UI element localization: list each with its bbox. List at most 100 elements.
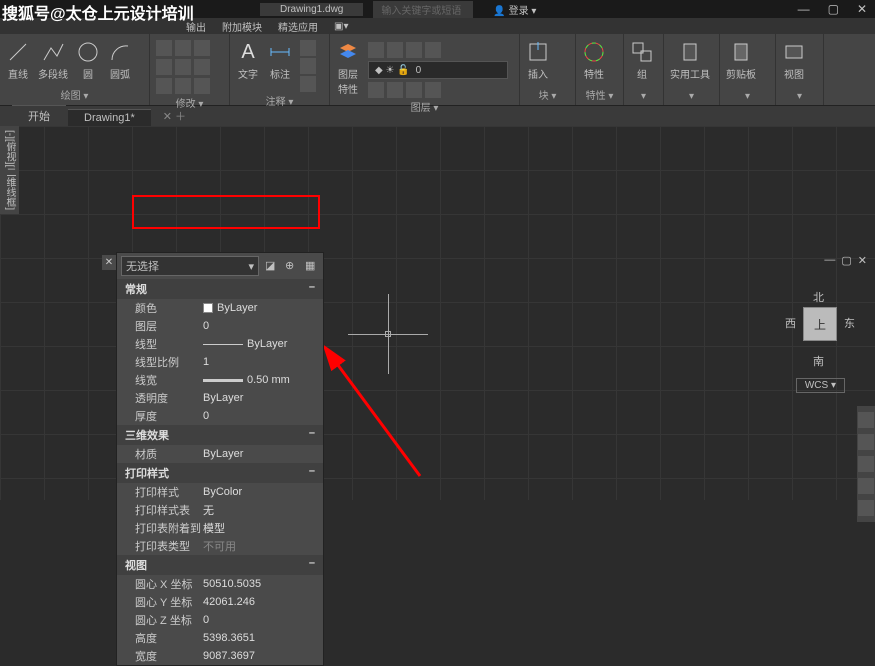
annot-icon[interactable] [300,76,316,92]
nav-wheel-icon[interactable] [858,412,874,428]
layer-icon[interactable] [406,82,422,98]
section-plot[interactable]: 打印样式– [117,463,323,483]
section-3d[interactable]: 三维效果– [117,425,323,445]
layer-group-label[interactable]: 图层 ▾ [336,98,513,115]
minimize-icon[interactable]: ― [798,2,810,16]
modify-icon[interactable] [175,78,191,94]
text-tool[interactable]: A文字 [236,40,260,81]
prop-height-value[interactable]: 5398.3651 [203,630,323,646]
pickadd-icon[interactable]: ⊕ [285,259,299,273]
vp-minimize-icon[interactable]: ― [824,254,835,267]
tab-add-button[interactable]: ✕ ＋ [153,106,196,126]
annot-icon[interactable] [300,40,316,56]
prop-plotstyle-label: 打印样式 [117,484,203,500]
layer-icon[interactable] [425,82,441,98]
line-tool[interactable]: 直线 [6,40,30,81]
dimension-tool[interactable]: 标注 [268,40,292,81]
prop-material-value[interactable]: ByLayer [203,446,323,462]
props-group-label[interactable]: 特性 ▾ [582,86,617,103]
layer-icon[interactable] [368,82,384,98]
layer-dropdown[interactable]: ◆ ☀ 🔓 0 [368,61,508,79]
viewcube-south[interactable]: 南 [813,353,824,369]
close-icon[interactable]: ✕ [857,2,867,16]
nav-pan-icon[interactable] [858,434,874,450]
prop-plottable-value[interactable]: 无 [203,502,323,518]
layer-icon[interactable] [406,42,422,58]
prop-plotstyle-value[interactable]: ByColor [203,484,323,500]
prop-layer-value[interactable]: 0 [203,318,323,334]
maximize-icon[interactable]: ▢ [828,2,839,16]
viewcube-west[interactable]: 西 [785,315,796,331]
section-general[interactable]: 常规– [117,279,323,299]
group-tool[interactable]: 组 [630,40,654,81]
prop-ltscale-value[interactable]: 1 [203,354,323,370]
modify-icon[interactable] [156,59,172,75]
quickselect-icon[interactable]: ◪ [265,259,279,273]
modify-icon[interactable] [175,40,191,56]
panel-close-icon[interactable]: ✕ [102,255,116,270]
prop-lineweight-value[interactable]: 0.50 mm [203,372,323,388]
prop-ltscale-label: 线型比例 [117,354,203,370]
block-group-label[interactable]: 块 ▾ [526,86,569,103]
insert-tool[interactable]: 插入 [526,40,550,81]
clipboard-tool[interactable]: 剪贴板 [726,40,756,81]
menu-more-icon[interactable]: ▣▾ [328,21,354,32]
prop-transparency-value[interactable]: ByLayer [203,390,323,406]
modify-icon[interactable] [194,78,210,94]
menu-addon[interactable]: 附加模块 [216,19,268,34]
modify-icon[interactable] [194,40,210,56]
circle-tool[interactable]: 圆 [76,40,100,81]
vp-restore-icon[interactable]: ▢ [841,254,851,267]
search-input[interactable]: 输入关键字或短语 [373,1,473,18]
arc-tool[interactable]: 圆弧 [108,40,132,81]
prop-thickness-value[interactable]: 0 [203,408,323,424]
draw-group-label[interactable]: 绘图 ▾ [6,86,143,103]
prop-centery-value[interactable]: 42061.246 [203,594,323,610]
section-view[interactable]: 视图– [117,555,323,575]
prop-width-label: 宽度 [117,648,203,664]
prop-linetype-value[interactable]: ByLayer [203,336,323,352]
viewcube-east[interactable]: 东 [844,315,855,331]
menu-featured[interactable]: 精选应用 [272,19,324,34]
modify-icon[interactable] [156,40,172,56]
nav-showmotion-icon[interactable] [858,500,874,516]
selection-dropdown[interactable]: 无选择▾ [121,256,259,276]
prop-centerx-value[interactable]: 50510.5035 [203,576,323,592]
viewcube-north[interactable]: 北 [813,289,824,305]
collapse-icon[interactable]: – [309,427,315,443]
selectobj-icon[interactable]: ▦ [305,259,319,273]
view-label[interactable]: [-][俯视][二维线框] [0,126,19,214]
layer-icon[interactable] [368,42,384,58]
modify-icon[interactable] [194,59,210,75]
filename-display[interactable]: Drawing1.dwg [260,3,363,16]
annot-icon[interactable] [300,58,316,74]
login-button[interactable]: 👤 登录 ▾ [493,2,536,17]
modify-icon[interactable] [175,59,191,75]
tab-drawing[interactable]: Drawing1* [68,109,151,126]
layer-icon[interactable] [387,82,403,98]
prop-plotattach-value[interactable]: 模型 [203,520,323,536]
wcs-button[interactable]: WCS ▾ [796,378,845,393]
util-tool[interactable]: 实用工具 [670,40,710,81]
layer-props-tool[interactable]: 图层 特性 [336,40,360,96]
layer-icon[interactable] [387,42,403,58]
modify-icon[interactable] [156,78,172,94]
collapse-icon[interactable]: – [309,465,315,481]
tab-start[interactable]: 开始 [12,105,66,126]
drawing-area[interactable]: [-][俯视][二维线框] ― ▢ ✕ 北 西 上 东 南 WCS ▾ ✕ 无选… [0,126,875,500]
view-cube[interactable]: 北 西 上 东 南 [785,281,855,371]
nav-zoom-icon[interactable] [858,456,874,472]
prop-centerz-value[interactable]: 0 [203,612,323,628]
prop-color-value[interactable]: ByLayer [203,300,323,316]
view-tool[interactable]: 视图 [782,40,806,81]
props-tool[interactable]: 特性 [582,40,606,81]
annot-group-label[interactable]: 注释 ▾ [236,92,323,109]
vp-close-icon[interactable]: ✕ [858,254,867,267]
viewcube-top[interactable]: 上 [803,307,837,341]
polyline-tool[interactable]: 多段线 [38,40,68,81]
nav-orbit-icon[interactable] [858,478,874,494]
collapse-icon[interactable]: – [309,281,315,297]
prop-width-value[interactable]: 9087.3697 [203,648,323,664]
layer-icon[interactable] [425,42,441,58]
collapse-icon[interactable]: – [309,557,315,573]
